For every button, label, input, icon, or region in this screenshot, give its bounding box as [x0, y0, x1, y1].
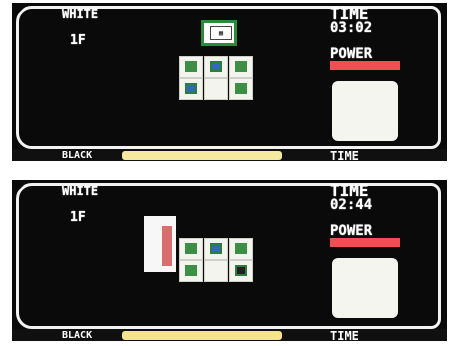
time-value: 03:02 [330, 20, 373, 36]
spy-character-icon [144, 216, 176, 272]
floor-indicator: 1F [70, 33, 86, 48]
opponent-energy-bar [122, 151, 282, 160]
opponent-strip: BLACK TIME [12, 329, 447, 341]
room-tile [204, 260, 228, 282]
current-room-icon [235, 265, 247, 276]
room-tile [179, 56, 203, 78]
power-bar [330, 61, 400, 70]
room-marker-icon [185, 265, 197, 276]
time-value: 02:44 [330, 197, 373, 213]
game-screen-top: WHITE 1F TIME 03:02 POWER ▦ BLACK TIME [12, 3, 447, 161]
power-label: POWER [330, 223, 373, 239]
room-tile [229, 260, 253, 282]
safe-door-icon: ▦ [210, 26, 232, 40]
floor-indicator: 1F [70, 210, 86, 225]
room-tile [229, 78, 253, 100]
room-tile [179, 260, 203, 282]
player-label: WHITE [62, 7, 99, 21]
room-marker-icon [235, 243, 247, 254]
room-marker-icon [185, 61, 197, 72]
room-marker-icon [235, 83, 247, 94]
room-tile [204, 56, 228, 78]
safe-icon: ▦ [201, 20, 237, 46]
opponent-label: BLACK [62, 330, 93, 341]
opponent-strip: BLACK TIME [12, 149, 447, 161]
opponent-time-label: TIME [330, 149, 359, 161]
room-tile [179, 238, 203, 260]
opponent-label: BLACK [62, 150, 93, 161]
power-bar [330, 238, 400, 247]
player-label: WHITE [62, 184, 99, 198]
room-marker-icon [210, 243, 222, 254]
opponent-time-label: TIME [330, 329, 359, 341]
room-marker-icon [235, 61, 247, 72]
current-room-icon [210, 61, 222, 72]
room-tile [204, 78, 228, 100]
opponent-energy-bar [122, 331, 282, 340]
spy-figure [162, 226, 172, 266]
room-tile [179, 78, 203, 100]
room-marker-icon [185, 243, 197, 254]
power-label: POWER [330, 46, 373, 62]
room-marker-icon [185, 83, 197, 94]
item-box [332, 258, 398, 318]
item-box [332, 81, 398, 141]
game-screen-bottom: WHITE 1F TIME 02:44 POWER BLACK TIME [12, 180, 447, 341]
room-tile [229, 238, 253, 260]
room-tile [229, 56, 253, 78]
room-tile [204, 238, 228, 260]
